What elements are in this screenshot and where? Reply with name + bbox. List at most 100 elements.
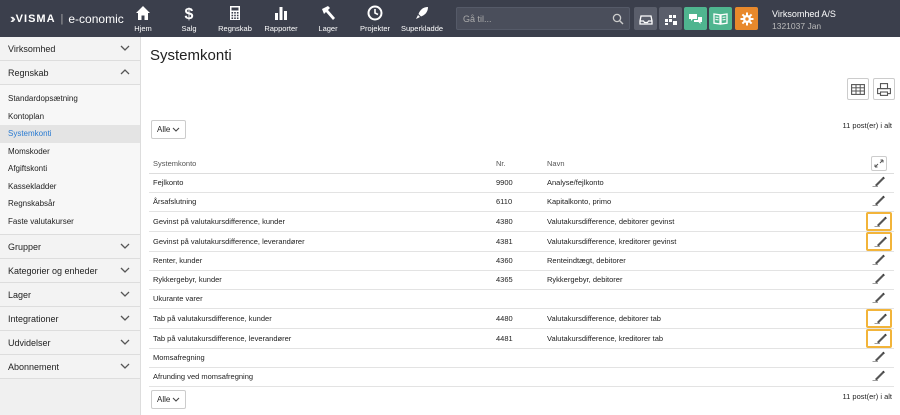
- table-row[interactable]: Ukurante varer: [149, 289, 894, 309]
- table-row[interactable]: Fejlkonto 9900 Analyse/fejlkonto: [149, 173, 894, 193]
- sidebar-group-integrationer[interactable]: Integrationer: [0, 307, 140, 331]
- sidebar-item-kontoplan[interactable]: Kontoplan: [0, 108, 140, 126]
- edit-button[interactable]: [870, 369, 887, 384]
- apps-button[interactable]: [659, 7, 682, 30]
- sidebar-item-afgiftskonti[interactable]: Afgiftskonti: [0, 160, 140, 178]
- visma-logo[interactable]: ›› VISMA | e-conomic: [10, 0, 124, 37]
- nav-rapporter[interactable]: Rapporter: [256, 4, 306, 33]
- column-header-navn[interactable]: Navn: [543, 155, 863, 174]
- help-book-button[interactable]: [709, 7, 732, 30]
- dollar-icon: $: [185, 6, 194, 22]
- chevron-down-icon: [120, 291, 130, 297]
- search-icon[interactable]: [612, 13, 624, 25]
- sidebar-group-label: Integrationer: [8, 313, 59, 324]
- main-content: Systemkonti Alle 11 post(er) i alt Syste…: [141, 37, 900, 415]
- cell-actions: [863, 173, 894, 193]
- expand-button[interactable]: [870, 156, 887, 172]
- edit-button[interactable]: [870, 272, 887, 287]
- inbox-button[interactable]: [634, 7, 657, 30]
- edit-button[interactable]: [870, 194, 887, 209]
- print-button[interactable]: [873, 78, 895, 100]
- sidebar-group-virksomhed[interactable]: Virksomhed: [0, 37, 140, 61]
- pencil-icon: [874, 313, 887, 324]
- edit-button[interactable]: [870, 253, 887, 268]
- sidebar-group-kategorier[interactable]: Kategorier og enheder: [0, 259, 140, 283]
- sidebar-group-label: Udvidelser: [8, 337, 51, 348]
- edit-button[interactable]: [865, 328, 892, 348]
- settings-button[interactable]: [735, 7, 758, 30]
- pencil-icon: [872, 254, 885, 265]
- sidebar-item-regnskabsaar[interactable]: Regnskabsår: [0, 195, 140, 213]
- edit-button[interactable]: [870, 291, 887, 306]
- table-row[interactable]: Rykkergebyr, kunder 4365 Rykkergebyr, debi…: [149, 270, 894, 290]
- table-row[interactable]: Tab på valutakursdifference, kunder 4480 V…: [149, 308, 894, 329]
- cell-systemkonto: Gevinst på valutakursdifference, kunder: [149, 211, 492, 232]
- inbox-icon: [638, 14, 653, 25]
- cell-navn: Valutakursdifference, debitorer tab: [543, 308, 863, 329]
- expand-icon: [874, 159, 883, 168]
- table-view-button[interactable]: [847, 78, 869, 100]
- table-row[interactable]: Afrunding ved momsafregning: [149, 367, 894, 387]
- sidebar-group-grupper[interactable]: Grupper: [0, 235, 140, 259]
- table-row[interactable]: Momsafregning: [149, 348, 894, 368]
- edit-button[interactable]: [865, 308, 892, 328]
- cell-navn: [543, 289, 863, 309]
- search-input[interactable]: [457, 8, 607, 29]
- table-row[interactable]: Årsafslutning 6110 Kapitalkonto, primo: [149, 192, 894, 212]
- filter-value: Alle: [157, 125, 171, 134]
- nav-hjem[interactable]: Hjem: [118, 4, 168, 33]
- chevron-down-icon: [120, 363, 130, 369]
- sidebar-item-standardopsaetning[interactable]: Standardopsætning: [0, 90, 140, 108]
- nav-lager[interactable]: Lager: [303, 4, 353, 33]
- nav-projekter[interactable]: Projekter: [350, 4, 400, 33]
- sidebar-group-label: Grupper: [8, 241, 42, 252]
- nav-regnskab[interactable]: Regnskab: [210, 4, 260, 33]
- cell-systemkonto: Årsafslutning: [149, 192, 492, 212]
- pencil-icon: [874, 333, 887, 344]
- cell-systemkonto: Gevinst på valutakursdifference, leveran…: [149, 231, 492, 252]
- sidebar-group-abonnement[interactable]: Abonnement: [0, 355, 140, 379]
- column-header-nr[interactable]: Nr.: [492, 155, 543, 174]
- cell-actions: [863, 367, 894, 387]
- pencil-icon: [872, 176, 885, 187]
- chevron-down-icon: [120, 267, 130, 273]
- nav-superkladde[interactable]: Superkladde: [397, 4, 447, 33]
- sidebar-item-momskoder[interactable]: Momskoder: [0, 143, 140, 161]
- table-row[interactable]: Gevinst på valutakursdifference, leveran…: [149, 231, 894, 252]
- record-count-top: 11 post(er) i alt: [842, 121, 892, 130]
- nav-salg[interactable]: $ Salg: [164, 4, 214, 33]
- edit-button[interactable]: [870, 175, 887, 190]
- sidebar-item-faste-valutakurser[interactable]: Faste valutakurser: [0, 213, 140, 231]
- table-row[interactable]: Renter, kunder 4360 Renteindtægt, debitore…: [149, 251, 894, 271]
- chevron-down-icon: [172, 397, 180, 402]
- sidebar-item-kassekladder[interactable]: Kassekladder: [0, 178, 140, 196]
- record-count-bottom: 11 post(er) i alt: [842, 392, 892, 401]
- chat-button[interactable]: [684, 7, 707, 30]
- cell-navn: Valutakursdifference, debitorer gevinst: [543, 211, 863, 232]
- filter-dropdown-bottom[interactable]: Alle: [151, 390, 186, 409]
- edit-button[interactable]: [865, 211, 892, 231]
- sidebar-item-systemkonti[interactable]: Systemkonti: [0, 125, 140, 143]
- cell-actions: [863, 270, 894, 290]
- edit-button[interactable]: [870, 350, 887, 365]
- sidebar-group-regnskab[interactable]: Regnskab: [0, 61, 140, 85]
- company-switcher[interactable]: Virksomhed A/S 1321037 Jan: [772, 8, 836, 32]
- sidebar-group-udvidelser[interactable]: Udvidelser: [0, 331, 140, 355]
- cell-actions: [863, 348, 894, 368]
- column-header-systemkonto[interactable]: Systemkonto: [149, 155, 492, 174]
- cell-nr: 4480: [492, 308, 543, 329]
- cell-systemkonto: Ukurante varer: [149, 289, 492, 309]
- sidebar-group-lager[interactable]: Lager: [0, 283, 140, 307]
- pencil-icon: [872, 351, 885, 362]
- table-row[interactable]: Tab på valutakursdifference, leverandøre…: [149, 328, 894, 349]
- cell-nr: 9900: [492, 173, 543, 193]
- cell-systemkonto: Afrunding ved momsafregning: [149, 367, 492, 387]
- table-row[interactable]: Gevinst på valutakursdifference, kunder 4…: [149, 211, 894, 232]
- filter-dropdown-top[interactable]: Alle: [151, 120, 186, 139]
- chevron-down-icon: [120, 339, 130, 345]
- chevron-up-icon: [120, 69, 130, 75]
- edit-button[interactable]: [865, 231, 892, 251]
- chevron-down-icon: [172, 127, 180, 132]
- nav-label: Projekter: [359, 24, 390, 33]
- cell-systemkonto: Tab på valutakursdifference, leverandøre…: [149, 328, 492, 349]
